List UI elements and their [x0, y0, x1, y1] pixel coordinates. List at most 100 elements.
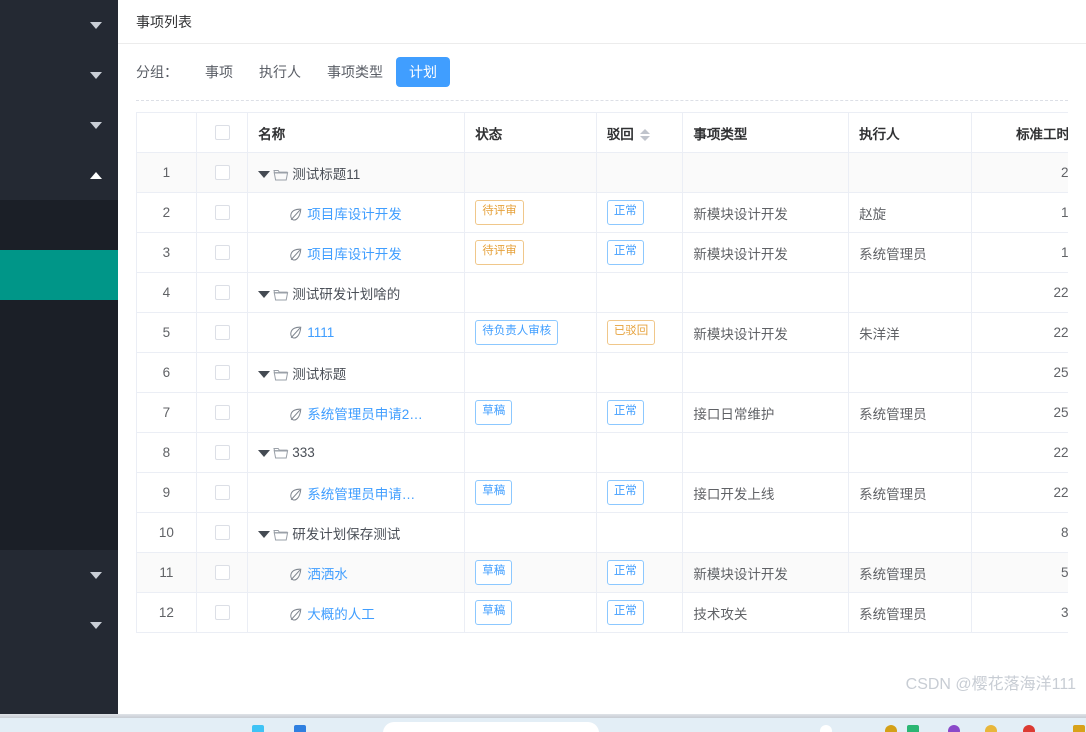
row-checkbox[interactable]: [215, 605, 230, 620]
item-name-link[interactable]: 1111: [307, 325, 334, 340]
item-name-link[interactable]: 大概的人工: [307, 607, 375, 622]
sidebar-footer-group-1[interactable]: [0, 600, 118, 650]
row-name-cell[interactable]: 研发计划保存测试: [248, 513, 465, 553]
tree-expand-caret-icon[interactable]: [258, 450, 270, 457]
app-icon-3[interactable]: [820, 725, 832, 732]
app-icon-4[interactable]: [885, 725, 897, 732]
row-name-cell[interactable]: 测试研发计划啥的: [248, 273, 465, 313]
group-by-tab-1[interactable]: 执行人: [246, 57, 314, 87]
tree-expand-caret-icon[interactable]: [258, 531, 270, 538]
row-type-cell: [683, 433, 849, 473]
item-name-link[interactable]: 项目库设计开发: [307, 207, 402, 222]
table-row[interactable]: 12大概的人工草稿正常技术攻关系统管理员3.50: [137, 593, 1069, 633]
row-name-cell[interactable]: 项目库设计开发: [248, 193, 465, 233]
table-row[interactable]: 10研发计划保存测试8.50: [137, 513, 1069, 553]
table-row[interactable]: 4测试研发计划啥的22.00: [137, 273, 1069, 313]
table-row[interactable]: 51111待负责人审核已驳回新模块设计开发朱洋洋22.00: [137, 313, 1069, 353]
table-scroll-container[interactable]: 名称状态驳回事项类型执行人标准工时(h)申报 1测试标题112.002项目库设计…: [136, 100, 1068, 640]
row-checkbox[interactable]: [215, 565, 230, 580]
table-row[interactable]: 2项目库设计开发待评审正常新模块设计开发赵旋1.00: [137, 193, 1069, 233]
sidebar-item-1[interactable]: 管理: [0, 250, 118, 300]
row-select-cell[interactable]: [196, 593, 247, 633]
item-name-link[interactable]: 系统管理员申请2…: [307, 407, 423, 422]
table-row[interactable]: 3项目库设计开发待评审正常新模块设计开发系统管理员1.00: [137, 233, 1069, 273]
row-select-cell[interactable]: [196, 273, 247, 313]
sidebar-group-3[interactable]: [0, 150, 118, 200]
group-by-tab-3[interactable]: 计划: [396, 57, 450, 87]
row-checkbox[interactable]: [215, 205, 230, 220]
tree-expand-caret-icon[interactable]: [258, 371, 270, 378]
row-select-cell[interactable]: [196, 353, 247, 393]
app-icon-6[interactable]: [985, 725, 997, 732]
tree-expand-caret-icon[interactable]: [258, 171, 270, 178]
sort-arrows-icon[interactable]: [640, 128, 650, 142]
row-index: 4: [137, 273, 197, 313]
row-name-cell[interactable]: 系统管理员申请…: [248, 473, 465, 513]
app-icon-1[interactable]: [907, 725, 919, 732]
row-checkbox[interactable]: [215, 525, 230, 540]
table-row[interactable]: 6测试标题25.00: [137, 353, 1069, 393]
leaf-icon: [288, 607, 303, 622]
tree-expand-caret-icon[interactable]: [258, 291, 270, 298]
row-select-cell[interactable]: [196, 393, 247, 433]
row-checkbox[interactable]: [215, 405, 230, 420]
group-by-tab-2[interactable]: 事项类型: [314, 57, 396, 87]
table-row[interactable]: 7系统管理员申请2…草稿正常接口日常维护系统管理员25.00: [137, 393, 1069, 433]
sidebar-footer-group-0[interactable]: [0, 550, 118, 600]
status-badge: 待评审: [475, 240, 524, 265]
sidebar-item-4[interactable]: 管理: [0, 400, 118, 450]
col-header-rej[interactable]: 驳回: [596, 113, 683, 153]
row-name-cell[interactable]: 测试标题11: [248, 153, 465, 193]
row-index: 5: [137, 313, 197, 353]
app-icon-7[interactable]: [1023, 725, 1035, 732]
row-name-cell[interactable]: 测试标题: [248, 353, 465, 393]
row-select-cell[interactable]: [196, 513, 247, 553]
sidebar-item-3[interactable]: 分析: [0, 350, 118, 400]
app-icon-2[interactable]: [1073, 725, 1085, 732]
sidebar-group-2[interactable]: [0, 100, 118, 150]
item-name-link[interactable]: 洒洒水: [307, 567, 348, 582]
sidebar-group-0[interactable]: [0, 0, 118, 50]
sidebar-item-6[interactable]: 管理: [0, 500, 118, 550]
taskview-icon[interactable]: [252, 725, 264, 732]
item-name-link[interactable]: 项目库设计开发: [307, 247, 402, 262]
row-name-cell[interactable]: 1111: [248, 313, 465, 353]
leaf-icon: [288, 567, 303, 582]
row-name-cell[interactable]: 系统管理员申请2…: [248, 393, 465, 433]
row-select-cell[interactable]: [196, 433, 247, 473]
taskbar-search-box[interactable]: [383, 722, 599, 732]
row-name-cell[interactable]: 333: [248, 433, 465, 473]
table-row[interactable]: 1测试标题112.00: [137, 153, 1069, 193]
row-select-cell[interactable]: [196, 233, 247, 273]
row-checkbox[interactable]: [215, 445, 230, 460]
row-select-cell[interactable]: [196, 473, 247, 513]
table-row[interactable]: 833322.00: [137, 433, 1069, 473]
row-name-cell[interactable]: 大概的人工: [248, 593, 465, 633]
row-select-cell[interactable]: [196, 313, 247, 353]
sidebar-item-5[interactable]: 申报: [0, 450, 118, 500]
row-select-cell[interactable]: [196, 153, 247, 193]
row-select-cell[interactable]: [196, 553, 247, 593]
row-status-cell: [465, 153, 597, 193]
sidebar-item-2[interactable]: 确认: [0, 300, 118, 350]
table-row[interactable]: 11洒洒水草稿正常新模块设计开发系统管理员5.00: [137, 553, 1069, 593]
row-checkbox[interactable]: [215, 325, 230, 340]
select-all-checkbox[interactable]: [215, 125, 230, 140]
explorer-icon[interactable]: [294, 725, 306, 732]
row-select-cell[interactable]: [196, 193, 247, 233]
row-name-cell[interactable]: 项目库设计开发: [248, 233, 465, 273]
sidebar-group-1[interactable]: [0, 50, 118, 100]
row-checkbox[interactable]: [215, 365, 230, 380]
row-checkbox[interactable]: [215, 485, 230, 500]
app-icon-5[interactable]: [948, 725, 960, 732]
row-checkbox[interactable]: [215, 285, 230, 300]
row-checkbox[interactable]: [215, 245, 230, 260]
table-row[interactable]: 9系统管理员申请…草稿正常接口开发上线系统管理员22.00: [137, 473, 1069, 513]
sidebar-item-0[interactable]: 管理: [0, 200, 118, 250]
row-type-cell: 新模块设计开发: [683, 313, 849, 353]
col-header-label: 名称: [258, 127, 285, 142]
group-by-tab-0[interactable]: 事项: [192, 57, 246, 87]
item-name-link[interactable]: 系统管理员申请…: [307, 487, 415, 502]
row-name-cell[interactable]: 洒洒水: [248, 553, 465, 593]
row-checkbox[interactable]: [215, 165, 230, 180]
